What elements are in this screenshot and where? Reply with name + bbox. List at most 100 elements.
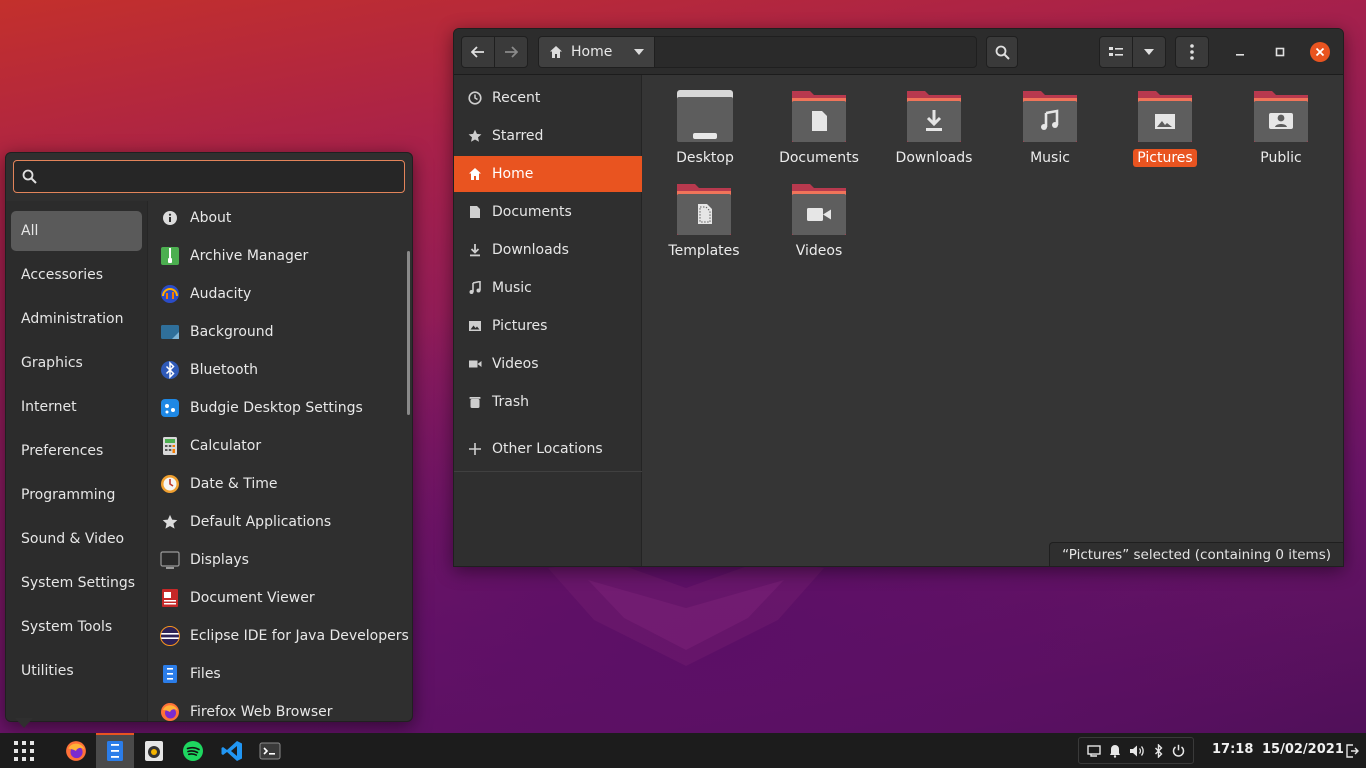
downloads-folder-icon	[905, 89, 963, 143]
maximize-icon	[1275, 47, 1285, 57]
app-files[interactable]: Files	[160, 655, 408, 693]
sidebar-item-downloads[interactable]: Downloads	[454, 232, 642, 268]
volume-icon[interactable]	[1129, 744, 1145, 758]
panel-vscode[interactable]	[214, 733, 250, 768]
panel-firefox[interactable]	[58, 733, 94, 768]
arrow-right-icon	[505, 46, 518, 58]
sidebar-item-music[interactable]: Music	[454, 270, 642, 306]
app-default-applications[interactable]: Default Applications	[160, 503, 408, 541]
minimize-button[interactable]	[1230, 42, 1250, 62]
sidebar-item-other-locations[interactable]: Other Locations	[454, 431, 642, 467]
firefox-icon	[66, 740, 86, 761]
folder-documents[interactable]: Documents	[764, 89, 874, 179]
category-sound-video[interactable]: Sound & Video	[11, 519, 142, 559]
bottom-panel: 17:18 15/02/2021	[0, 733, 1366, 768]
panel-terminal[interactable]	[252, 733, 288, 768]
panel-spotify[interactable]	[175, 733, 211, 768]
plus-icon	[469, 443, 481, 455]
category-system-settings[interactable]: System Settings	[11, 563, 142, 603]
logout-button[interactable]	[1342, 733, 1362, 768]
bluetooth-icon[interactable]	[1154, 743, 1164, 758]
app-list-scrollbar[interactable]	[407, 251, 410, 415]
folder-desktop[interactable]: Desktop	[650, 89, 760, 179]
category-programming[interactable]: Programming	[11, 475, 142, 515]
app-label: Audacity	[190, 286, 252, 302]
files-icon	[107, 740, 123, 761]
forward-button[interactable]	[494, 36, 528, 68]
picture-icon	[469, 321, 481, 331]
app-audacity[interactable]: Audacity	[160, 275, 408, 313]
sidebar-item-label: Videos	[492, 356, 539, 372]
sidebar-item-recent[interactable]: Recent	[454, 80, 642, 116]
app-menu-button[interactable]	[6, 733, 42, 768]
category-preferences[interactable]: Preferences	[11, 431, 142, 471]
app-about[interactable]: About	[160, 199, 408, 237]
app-document-viewer[interactable]: Document Viewer	[160, 579, 408, 617]
power-icon[interactable]	[1172, 744, 1185, 757]
terminal-icon	[259, 742, 281, 759]
search-input[interactable]	[48, 165, 398, 189]
app-bluetooth[interactable]: Bluetooth	[160, 351, 408, 389]
app-label: Background	[190, 324, 274, 340]
menu-search[interactable]	[13, 160, 405, 193]
sidebar-item-home[interactable]: Home	[454, 156, 642, 192]
folder-pictures[interactable]: Pictures	[1110, 89, 1220, 179]
panel-date[interactable]: 15/02/2021	[1262, 742, 1344, 757]
close-button[interactable]	[1310, 42, 1330, 62]
app-label: Document Viewer	[190, 590, 315, 606]
category-system-tools[interactable]: System Tools	[11, 607, 142, 647]
app-background[interactable]: Background	[160, 313, 408, 351]
app-date-time[interactable]: Date & Time	[160, 465, 408, 503]
panel-rhythmbox[interactable]	[136, 733, 172, 768]
panel-files[interactable]	[96, 733, 134, 768]
notification-area-icon[interactable]	[1087, 744, 1101, 757]
search-button[interactable]	[986, 36, 1018, 68]
archive-icon	[161, 247, 179, 265]
folder-public[interactable]: Public	[1226, 89, 1336, 179]
app-label: Default Applications	[190, 514, 332, 530]
sidebar-item-label: Home	[492, 166, 534, 182]
category-accessories[interactable]: Accessories	[11, 255, 142, 295]
folder-music[interactable]: Music	[995, 89, 1105, 179]
budgie-settings-icon	[161, 399, 179, 417]
maximize-button[interactable]	[1270, 42, 1290, 62]
category-utilities[interactable]: Utilities	[11, 651, 142, 691]
sidebar-item-videos[interactable]: Videos	[454, 346, 642, 382]
chevron-down-icon[interactable]	[634, 49, 644, 55]
category-internet[interactable]: Internet	[11, 387, 142, 427]
audacity-icon	[161, 285, 179, 303]
sidebar-item-label: Music	[492, 280, 532, 296]
folder-videos[interactable]: Videos	[764, 182, 874, 272]
sidebar-item-starred[interactable]: Starred	[454, 118, 642, 154]
sidebar-item-trash[interactable]: Trash	[454, 384, 642, 420]
app-displays[interactable]: Displays	[160, 541, 408, 579]
back-button[interactable]	[461, 36, 495, 68]
category-administration[interactable]: Administration	[11, 299, 142, 339]
app-archive-manager[interactable]: Archive Manager	[160, 237, 408, 275]
path-bar[interactable]: Home	[538, 36, 977, 68]
minimize-icon	[1236, 54, 1244, 56]
folder-label: Music	[1030, 150, 1070, 166]
sidebar-item-label: Other Locations	[492, 441, 603, 457]
category-graphics[interactable]: Graphics	[11, 343, 142, 383]
bell-icon[interactable]	[1109, 744, 1121, 758]
category-all[interactable]: All	[11, 211, 142, 251]
view-toggle-button[interactable]	[1099, 36, 1133, 68]
app-calculator[interactable]: Calculator	[160, 427, 408, 465]
folder-label: Templates	[668, 243, 740, 259]
app-budgie-desktop-settings[interactable]: Budgie Desktop Settings	[160, 389, 408, 427]
arrow-left-icon	[471, 46, 484, 58]
document-viewer-icon	[162, 589, 178, 607]
folder-downloads[interactable]: Downloads	[879, 89, 989, 179]
panel-time[interactable]: 17:18	[1212, 742, 1253, 757]
folder-templates[interactable]: Templates	[649, 182, 759, 272]
view-options-button[interactable]	[1132, 36, 1166, 68]
menu-button[interactable]	[1175, 36, 1209, 68]
app-label: Budgie Desktop Settings	[190, 400, 363, 416]
path-home-button[interactable]: Home	[539, 37, 655, 67]
sidebar-item-pictures[interactable]: Pictures	[454, 308, 642, 344]
music-player-icon	[145, 740, 163, 761]
app-eclipse[interactable]: Eclipse IDE for Java Developers	[160, 617, 409, 655]
app-firefox[interactable]: Firefox Web Browser	[160, 693, 408, 721]
sidebar-item-documents[interactable]: Documents	[454, 194, 642, 230]
